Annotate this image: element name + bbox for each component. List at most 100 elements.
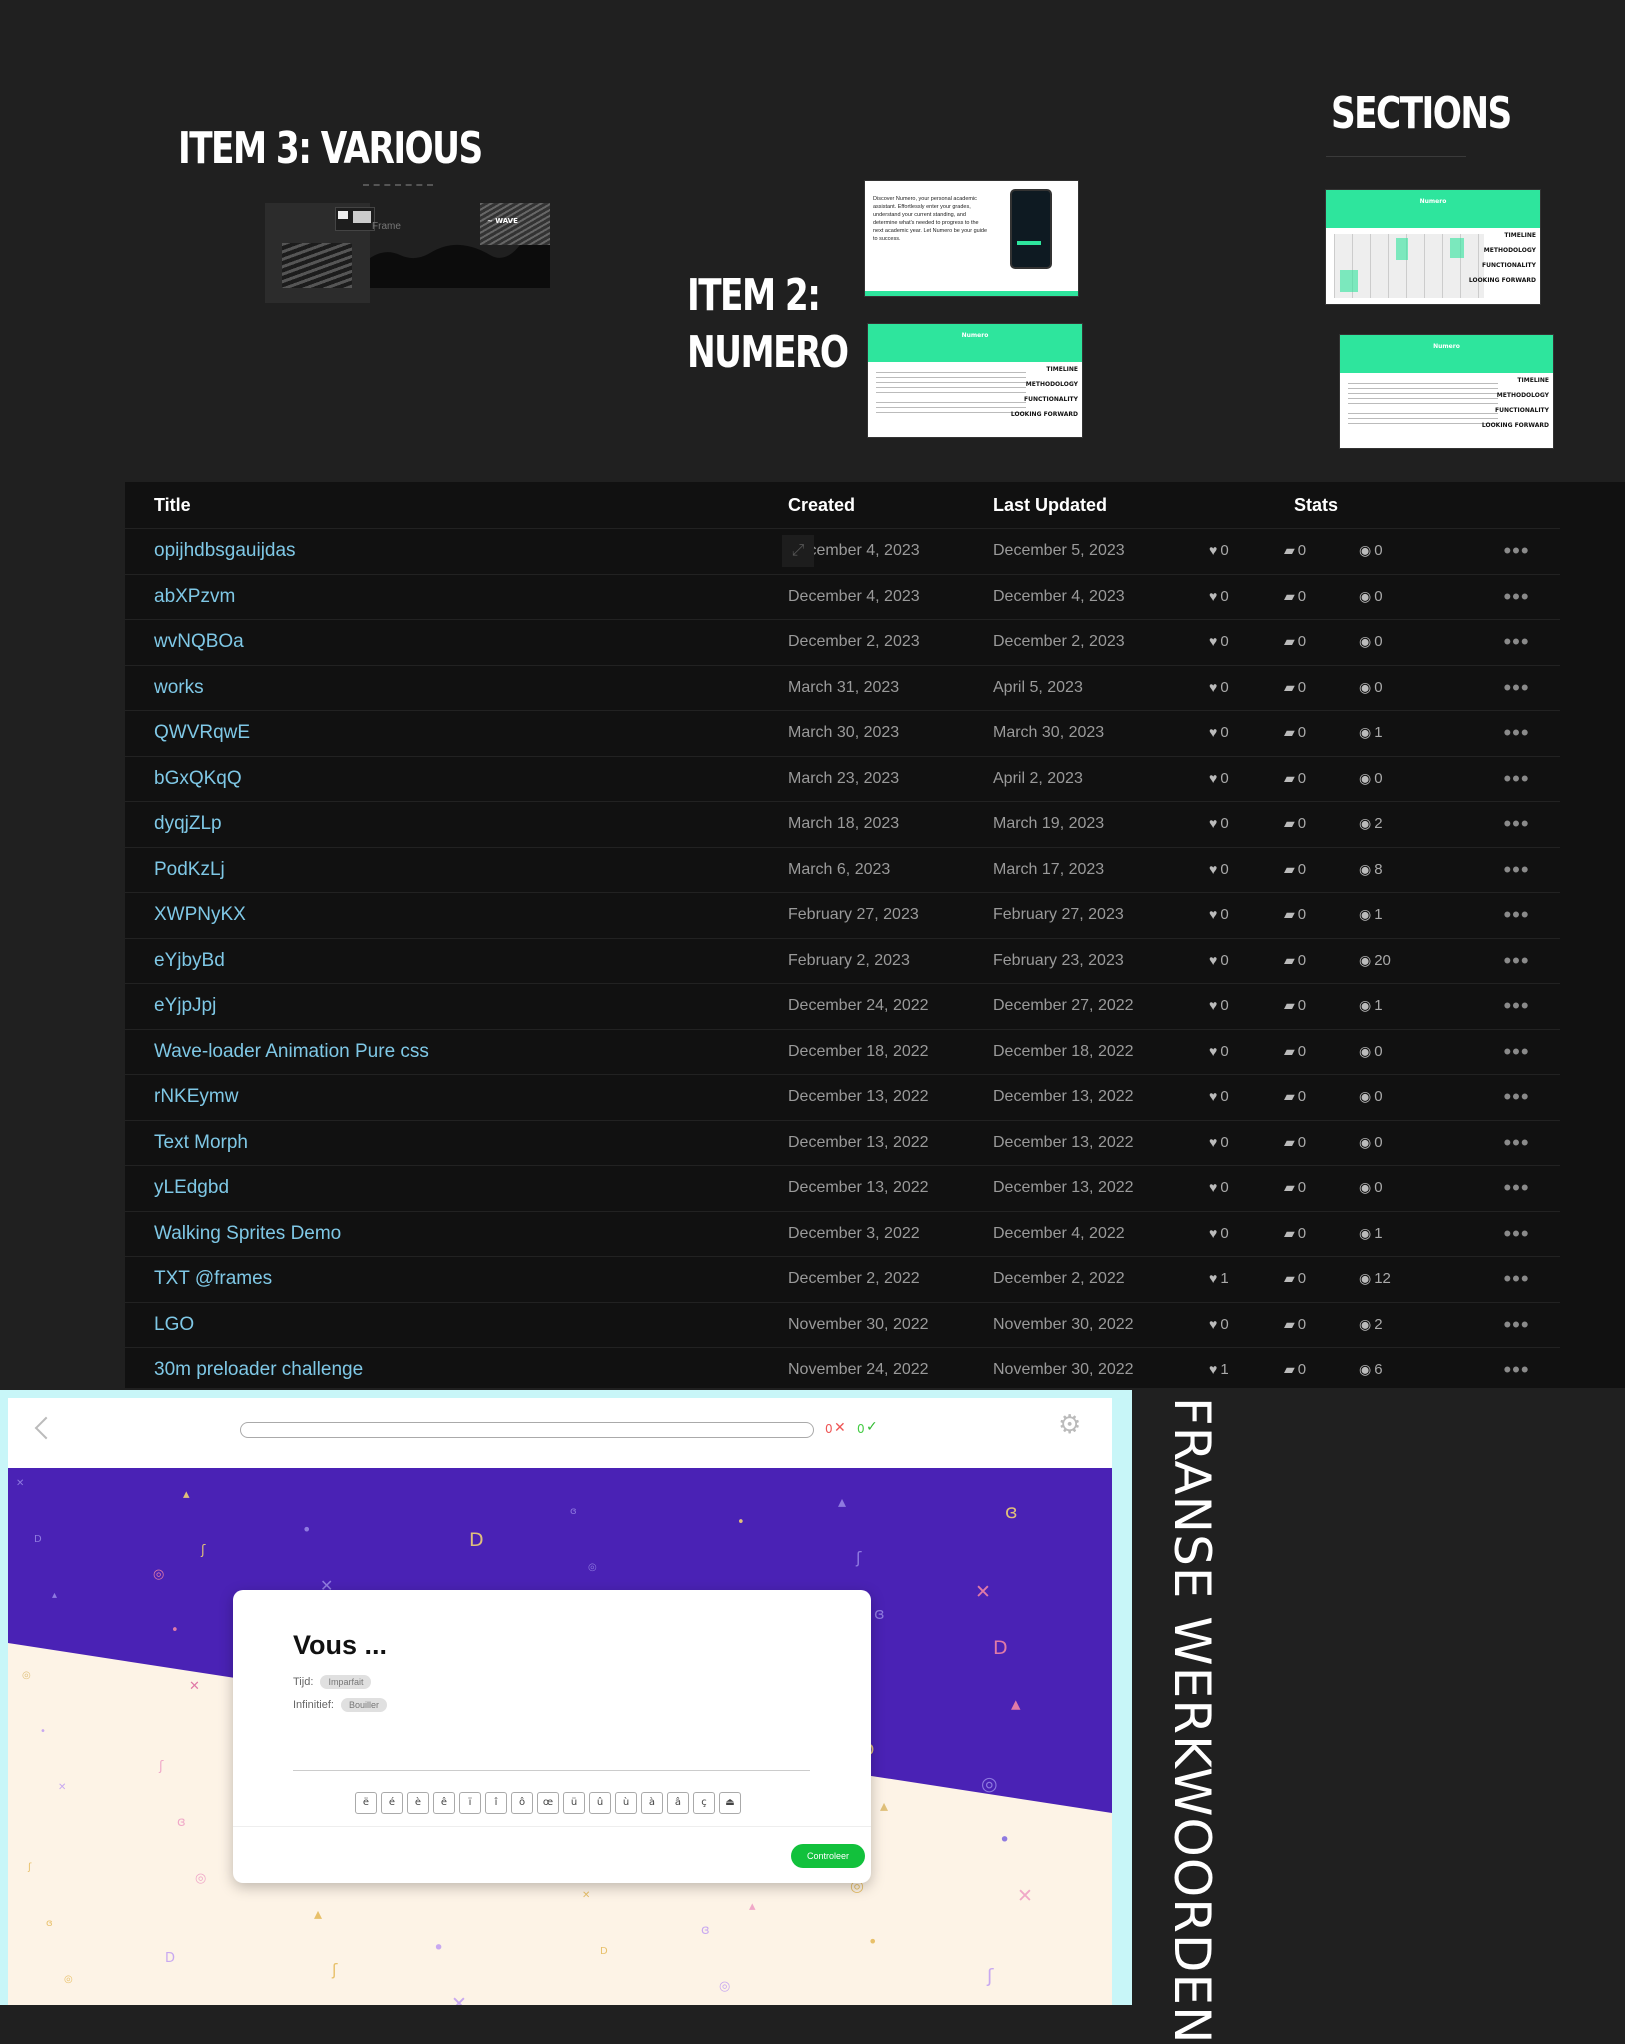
pen-title-link[interactable]: LGO <box>125 1301 778 1348</box>
table-row[interactable]: LGO November 30, 2022 November 30, 2022 ♥ 0 ▰… <box>125 1301 1560 1348</box>
expand-icon[interactable]: ⤢ <box>782 535 814 567</box>
comments-stat[interactable]: ▰ 0 <box>1284 633 1359 650</box>
likes-stat[interactable]: ♥ 1 <box>1209 1270 1284 1287</box>
pen-title-link[interactable]: yLEdgbd <box>125 1165 778 1211</box>
likes-stat[interactable]: ♥ 0 <box>1209 861 1284 878</box>
likes-stat[interactable]: ♥ 0 <box>1209 633 1284 650</box>
pen-title-link[interactable]: 30m preloader challenge <box>125 1347 778 1393</box>
accent-key[interactable]: ë <box>355 1792 377 1814</box>
table-row[interactable]: Wave-loader Animation Pure css December 1… <box>125 1028 1560 1075</box>
table-row[interactable]: XWPNyKX February 27, 2023 February 27, 202… <box>125 892 1560 938</box>
pen-title-link[interactable]: TXT @frames <box>125 1256 778 1302</box>
comments-stat[interactable]: ▰ 0 <box>1284 724 1359 741</box>
comments-stat[interactable]: ▰ 0 <box>1284 1361 1359 1378</box>
table-row[interactable]: Walking Sprites Demo December 3, 2022 Dece… <box>125 1210 1560 1257</box>
more-dots-icon[interactable]: ••• <box>1473 846 1560 893</box>
more-dots-icon[interactable]: ••• <box>1473 1165 1560 1211</box>
more-dots-icon[interactable]: ••• <box>1473 1119 1560 1166</box>
table-row[interactable]: dyqjZLp March 18, 2023 March 19, 2023 ♥ 0 ▰ 0 ◉… <box>125 801 1560 847</box>
accent-key[interactable]: é <box>381 1792 403 1814</box>
pen-title-link[interactable]: Text Morph <box>125 1119 778 1166</box>
pen-title-link[interactable]: opijhdbsgauijdas ⤢ <box>125 528 814 574</box>
likes-stat[interactable]: ♥ 0 <box>1209 542 1284 559</box>
table-row[interactable]: wvNQBOa December 2, 2023 December 2, 2023 ♥… <box>125 619 1560 665</box>
pen-title-link[interactable]: rNKEymw <box>125 1074 778 1120</box>
accent-key[interactable]: ç <box>693 1792 715 1814</box>
table-row[interactable]: yLEdgbd December 13, 2022 December 13, 202… <box>125 1165 1560 1211</box>
likes-stat[interactable]: ♥ 0 <box>1209 906 1284 923</box>
table-row[interactable]: TXT @frames December 2, 2022 December 2, 2… <box>125 1256 1560 1302</box>
pen-title-link[interactable]: bGxQKqQ <box>125 755 778 802</box>
accent-key[interactable]: ù <box>615 1792 637 1814</box>
pen-title-link[interactable]: PodKzLj <box>125 846 778 893</box>
more-dots-icon[interactable]: ••• <box>1473 892 1560 938</box>
more-dots-icon[interactable]: ••• <box>1473 937 1560 984</box>
more-dots-icon[interactable]: ••• <box>1473 528 1560 574</box>
table-row[interactable]: PodKzLj March 6, 2023 March 17, 2023 ♥ 0 ▰ 0 ◉ 8… <box>125 846 1560 893</box>
accent-key[interactable]: ï <box>459 1792 481 1814</box>
likes-stat[interactable]: ♥ 0 <box>1209 679 1284 696</box>
comments-stat[interactable]: ▰ 0 <box>1284 1134 1359 1151</box>
comments-stat[interactable]: ▰ 0 <box>1284 997 1359 1014</box>
table-row[interactable]: eYjbyBd February 2, 2023 February 23, 2023… <box>125 937 1560 984</box>
comments-stat[interactable]: ▰ 0 <box>1284 952 1359 969</box>
comments-stat[interactable]: ▰ 0 <box>1284 906 1359 923</box>
pen-title-link[interactable]: Wave-loader Animation Pure css <box>125 1028 778 1075</box>
likes-stat[interactable]: ♥ 0 <box>1209 952 1284 969</box>
pen-title-link[interactable]: abXPzvm <box>125 573 778 620</box>
title-column-header[interactable]: Title <box>125 482 778 529</box>
shift-key-icon[interactable]: ⏏ <box>719 1792 741 1814</box>
comments-stat[interactable]: ▰ 0 <box>1284 679 1359 696</box>
accent-key[interactable]: û <box>589 1792 611 1814</box>
likes-stat[interactable]: ♥ 0 <box>1209 1134 1284 1151</box>
more-dots-icon[interactable]: ••• <box>1473 1028 1560 1075</box>
accent-key[interactable]: ê <box>433 1792 455 1814</box>
pen-title-link[interactable]: Walking Sprites Demo <box>125 1210 778 1257</box>
accent-key[interactable]: î <box>485 1792 507 1814</box>
controleer-button[interactable]: Controleer <box>791 1844 865 1868</box>
comments-stat[interactable]: ▰ 0 <box>1284 1088 1359 1105</box>
more-dots-icon[interactable]: ••• <box>1473 801 1560 847</box>
likes-stat[interactable]: ♥ 0 <box>1209 1225 1284 1242</box>
table-row[interactable]: QWVRqwE March 30, 2023 March 30, 2023 ♥ 0 ▰ 0 ◉… <box>125 710 1560 756</box>
comments-stat[interactable]: ▰ 0 <box>1284 1316 1359 1333</box>
likes-stat[interactable]: ♥ 1 <box>1209 1361 1284 1378</box>
likes-stat[interactable]: ♥ 0 <box>1209 1316 1284 1333</box>
pen-title-link[interactable]: eYjpJpj <box>125 983 778 1029</box>
more-dots-icon[interactable]: ••• <box>1473 1210 1560 1257</box>
comments-stat[interactable]: ▰ 0 <box>1284 861 1359 878</box>
likes-stat[interactable]: ♥ 0 <box>1209 1088 1284 1105</box>
comments-stat[interactable]: ▰ 0 <box>1284 588 1359 605</box>
likes-stat[interactable]: ♥ 0 <box>1209 815 1284 832</box>
updated-column-header[interactable]: Last Updated <box>983 482 1189 529</box>
comments-stat[interactable]: ▰ 0 <box>1284 1043 1359 1060</box>
pen-title-link[interactable]: dyqjZLp <box>125 801 778 847</box>
created-column-header[interactable]: Created <box>778 482 983 529</box>
pen-title-link[interactable]: eYjbyBd <box>125 937 778 984</box>
table-row[interactable]: works March 31, 2023 April 5, 2023 ♥ 0 ▰ 0 ◉ 0 ••… <box>125 664 1560 711</box>
pen-title-link[interactable]: XWPNyKX <box>125 892 778 938</box>
table-row[interactable]: Text Morph December 13, 2022 December 13, … <box>125 1119 1560 1166</box>
accent-key[interactable]: ô <box>511 1792 533 1814</box>
accent-key[interactable]: œ <box>537 1792 559 1814</box>
more-dots-icon[interactable]: ••• <box>1473 664 1560 711</box>
comments-stat[interactable]: ▰ 0 <box>1284 542 1359 559</box>
more-dots-icon[interactable]: ••• <box>1473 983 1560 1029</box>
pen-title-link[interactable]: wvNQBOa <box>125 619 778 665</box>
more-dots-icon[interactable]: ••• <box>1473 573 1560 620</box>
likes-stat[interactable]: ♥ 0 <box>1209 770 1284 787</box>
accent-key[interactable]: â <box>667 1792 689 1814</box>
comments-stat[interactable]: ▰ 0 <box>1284 815 1359 832</box>
accent-key[interactable]: è <box>407 1792 429 1814</box>
more-dots-icon[interactable]: ••• <box>1473 1074 1560 1120</box>
table-row[interactable]: 30m preloader challenge November 24, 2022… <box>125 1347 1560 1393</box>
more-dots-icon[interactable]: ••• <box>1473 1256 1560 1302</box>
likes-stat[interactable]: ♥ 0 <box>1209 1043 1284 1060</box>
pen-title-link[interactable]: works <box>125 664 778 711</box>
answer-input[interactable] <box>293 1740 810 1771</box>
back-icon[interactable] <box>34 1416 58 1440</box>
likes-stat[interactable]: ♥ 0 <box>1209 588 1284 605</box>
comments-stat[interactable]: ▰ 0 <box>1284 1270 1359 1287</box>
comments-stat[interactable]: ▰ 0 <box>1284 1225 1359 1242</box>
table-row[interactable]: rNKEymw December 13, 2022 December 13, 202… <box>125 1074 1560 1120</box>
